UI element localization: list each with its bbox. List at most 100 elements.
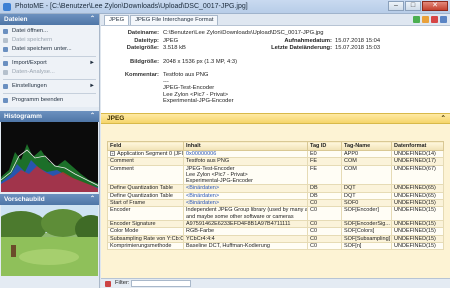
table-row[interactable]: Define Quantization Table <Binärdaten> DB D…	[107, 191, 444, 201]
column-header-tag-id[interactable]: Tag ID	[307, 141, 342, 151]
menu-item-settings[interactable]: Einstellungen ►	[0, 82, 99, 91]
menu-item-exit[interactable]: Programm beenden	[0, 96, 99, 105]
histogram-panel-header[interactable]: Histogramm ⌃	[0, 111, 99, 122]
cell-text: Encoder Signature	[110, 220, 156, 227]
tab-jfif[interactable]: JPEG File Interchange Format	[130, 15, 219, 25]
cell-text: SOF0	[344, 200, 359, 207]
tab-jpeg[interactable]: JPEG	[104, 15, 130, 25]
table-cell-tag: C0	[307, 219, 342, 229]
open-file-icon	[3, 29, 8, 34]
status-bar: Filter:	[101, 278, 450, 288]
table-cell-feld: + Application Segment 0 (JFIF)	[107, 149, 184, 159]
table-cell-tag: FE	[307, 157, 342, 166]
table-row[interactable]: Color Mode RGB-Farbe C0 SOF[Colors] UNDEFINE…	[107, 227, 444, 236]
analysis-icon	[3, 70, 8, 75]
table-cell-tag: E0	[307, 149, 342, 159]
column-header-datenformat[interactable]: Datenformat	[391, 141, 444, 151]
menu-item-save[interactable]: Datei speichern	[0, 36, 99, 45]
table-cell-feld: Komprimierungsmethode	[107, 241, 184, 251]
collapse-icon[interactable]: ⌃	[90, 14, 95, 25]
cell-text: SOF[n]	[344, 242, 362, 249]
table-row[interactable]: Subsampling Rate von Y:Cb:C YCbCr4:4:4 C0 S…	[107, 234, 444, 243]
table-row[interactable]: Comment Testfoto aus PNG FE COM UNDEFINED(17…	[107, 157, 444, 166]
info-icon[interactable]	[440, 16, 447, 23]
filesize-value: 3.518 kB	[163, 45, 186, 51]
files-panel-header[interactable]: Dateien ⌃	[0, 14, 99, 25]
preview-panel-header[interactable]: Vorschaubild ⌃	[0, 194, 99, 205]
table-cell-inhalt: 0x00000006	[183, 149, 308, 159]
cell-text: UNDEFINED(14)	[394, 151, 436, 157]
table-row[interactable]: Start of Frame <Binärdaten> C0 SOF0 UNDEFINE…	[107, 199, 444, 208]
title-bar: PhotoME - [C:\Benutzer\Lee Zylon\Downloa…	[0, 0, 450, 14]
cell-text: C0	[310, 235, 318, 242]
table-cell-format: UNDEFINED(15)	[391, 227, 444, 236]
cell-text: Comment	[110, 158, 134, 165]
maximize-button[interactable]: □	[405, 1, 421, 11]
table-cell-inhalt: A97591462E6233EFD4F8B1A97B4711111	[183, 219, 308, 229]
cell-text: <Binärdaten>	[186, 200, 220, 207]
table-cell-name: COM	[341, 157, 392, 166]
table-cell-tag: C0	[307, 234, 342, 243]
column-header-tag-name[interactable]: Tag-Name	[341, 141, 392, 151]
table-row[interactable]: Comment JPEG-Test-Encoder Lee Zylon <Pic7…	[107, 164, 444, 186]
filesize-label: Dateigröße:	[126, 45, 159, 51]
app-icon	[3, 2, 11, 11]
image-preview	[1, 205, 98, 276]
cell-text: UNDEFINED(15)	[394, 200, 436, 207]
menu-item-open[interactable]: Datei öffnen...	[0, 27, 99, 36]
cell-text: RGB-Farbe	[186, 228, 215, 235]
image-size-label: Bildgröße:	[130, 58, 159, 65]
cell-text: UNDEFINED(67)	[394, 165, 436, 172]
cell-text: Komprimierungsmethode	[110, 242, 172, 249]
refresh-icon[interactable]	[413, 16, 420, 23]
table-row[interactable]: Define Quantization Table <Binärdaten> DB D…	[107, 184, 444, 193]
close-button[interactable]: ✕	[422, 1, 448, 11]
collapse-icon[interactable]: ⌃	[90, 194, 95, 205]
filter-icon	[105, 281, 111, 287]
capture-date-label: Aufnahmedatum:	[284, 37, 332, 44]
menu-item-import-export[interactable]: Import/Export ►	[0, 59, 99, 68]
cell-text: E0	[310, 151, 317, 157]
table-cell-name: APP0	[341, 149, 392, 159]
table-row[interactable]: Komprimierungsmethode Baseline DCT, Huffm…	[107, 241, 444, 251]
menu-item-analysis[interactable]: Daten-Analyse...	[0, 68, 99, 77]
menu-item-save-as[interactable]: Datei speichern unter...	[0, 45, 99, 54]
table-cell-name: SOF[EncoderSig...	[341, 219, 392, 229]
table-cell-feld: Comment	[107, 157, 184, 166]
table-cell-tag: C0	[307, 227, 342, 236]
collapse-icon[interactable]: ⌃	[90, 111, 95, 122]
filetype-value: JPEG	[163, 37, 179, 44]
save-as-icon	[3, 47, 8, 52]
cell-text: DQT	[344, 192, 356, 199]
table-row[interactable]: Encoder Signature A97591462E6233EFD4F8B1A…	[107, 219, 444, 229]
filter-input[interactable]	[131, 280, 191, 287]
table-cell-name: COM	[341, 164, 392, 186]
menu-item-label: Einstellungen	[12, 83, 47, 89]
expand-icon[interactable]: +	[110, 151, 115, 157]
minimize-button[interactable]: –	[388, 1, 404, 11]
settings-icon	[3, 84, 8, 89]
table-row[interactable]: + Application Segment 0 (JFIF) 0x00000006 E…	[107, 149, 444, 159]
delete-icon[interactable]	[431, 16, 438, 23]
collapse-icon[interactable]: ⌃	[441, 114, 446, 124]
cell-text: Application Segment 0 (JFIF)	[117, 151, 184, 157]
file-info-panel: Dateiname: C:\Benutzer\Lee Zylon\Download…	[101, 26, 450, 112]
column-header-feld[interactable]: Feld	[107, 141, 184, 151]
jpeg-section-header[interactable]: JPEG ⌃	[101, 113, 450, 124]
cell-text: DB	[310, 185, 318, 192]
table-cell-format: UNDEFINED(15)	[391, 199, 444, 208]
column-header-inhalt[interactable]: Inhalt	[183, 141, 308, 151]
cell-text: C0	[310, 242, 318, 249]
cell-text: COM	[344, 158, 357, 165]
table-cell-name: DQT	[341, 191, 392, 201]
export-icon[interactable]	[422, 16, 429, 23]
comment-label: Kommentar:	[124, 72, 159, 78]
cell-text: <Binärdaten>	[186, 192, 220, 199]
files-menu: Datei öffnen... Datei speichern Datei sp…	[0, 25, 99, 107]
cell-text: Encoder	[110, 207, 131, 214]
cell-text: UNDEFINED(17)	[394, 158, 436, 165]
table-row[interactable]: Encoder Independent JPEG Group library (u…	[107, 206, 444, 221]
cell-text: SOF[Subsampling]	[344, 235, 391, 242]
menu-item-label: Daten-Analyse...	[12, 69, 55, 75]
cell-text: UNDEFINED(15)	[394, 235, 436, 242]
